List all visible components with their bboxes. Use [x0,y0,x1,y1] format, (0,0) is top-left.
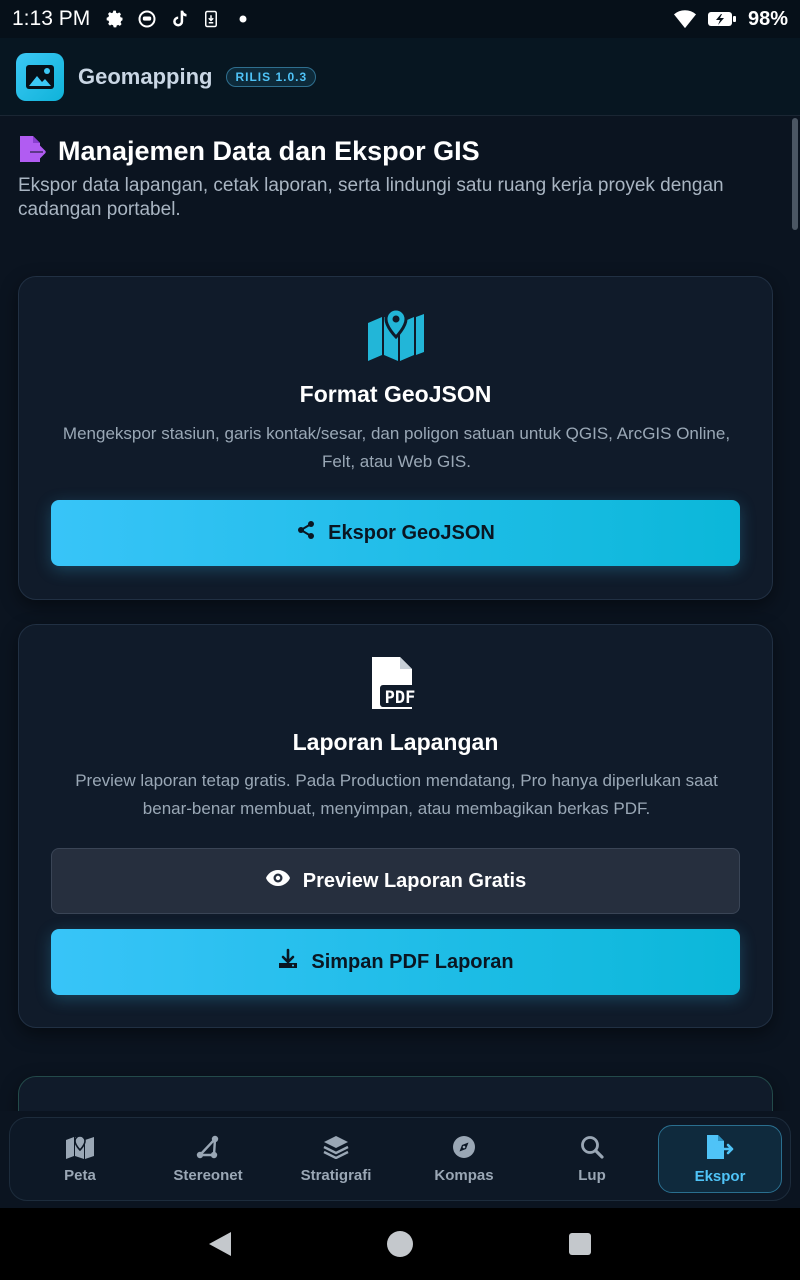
battery-charging-icon [706,8,738,30]
magnifier-icon [580,1135,604,1163]
field-report-card: PDF Laporan Lapangan Preview laporan tet… [18,624,773,1028]
file-export-icon [18,134,50,169]
card-description: Preview laporan tetap gratis. Pada Produ… [75,771,718,818]
save-pdf-button[interactable]: Simpan PDF Laporan [51,929,740,995]
download-tray-icon [277,948,299,976]
nav-item-stereonet[interactable]: Stereonet [146,1125,270,1193]
pdf-file-icon: PDF [19,655,772,711]
status-bar: 1:13 PM 98% [0,0,800,38]
page-title-row: Manajemen Data dan Ekspor GIS [18,134,480,169]
recents-square-icon[interactable] [560,1224,600,1264]
main-content: Manajemen Data dan Ekspor GIS Ekspor dat… [0,116,790,1111]
tiktok-icon [168,8,190,30]
nav-label: Lup [578,1166,606,1184]
share-icon [296,520,316,546]
app-title: Geomapping [78,63,213,89]
svg-text:PDF: PDF [384,688,415,708]
nav-label: Stratigrafi [300,1166,372,1184]
map-icon [65,1134,95,1163]
download-icon [200,8,222,30]
backup-card [18,1076,773,1111]
nav-label: Kompas [434,1166,494,1184]
notification-dot-icon [232,8,254,30]
bottom-navigation: Peta Stereonet Stratigrafi Kompas Lup Ek… [9,1117,791,1201]
robot-face-icon [136,8,158,30]
export-geojson-label: Ekspor GeoJSON [328,521,495,544]
home-circle-icon[interactable] [380,1224,420,1264]
settings-gear-icon [104,8,126,30]
map-pin-icon [19,307,772,361]
battery-percentage: 98% [747,7,788,30]
stereonet-icon [195,1135,221,1163]
back-triangle-icon[interactable] [200,1224,240,1264]
geojson-card: Format GeoJSON Mengekspor stasiun, garis… [18,276,773,600]
page-description: Ekspor data lapangan, cetak laporan, ser… [18,175,724,220]
nav-item-kompas[interactable]: Kompas [402,1125,526,1193]
preview-report-label: Preview Laporan Gratis [302,869,527,892]
export-file-icon [705,1134,735,1164]
page-title: Manajemen Data dan Ekspor GIS [58,136,480,166]
nav-label: Stereonet [173,1166,243,1184]
app-header: Geomapping RILIS 1.0.3 [0,38,800,116]
layers-icon [323,1135,349,1163]
nav-item-lup[interactable]: Lup [530,1125,654,1193]
save-pdf-label: Simpan PDF Laporan [311,950,514,973]
preview-report-button[interactable]: Preview Laporan Gratis [51,848,740,914]
release-badge: RILIS 1.0.3 [226,66,317,87]
nav-label: Peta [64,1166,96,1184]
status-time: 1:13 PM [12,7,91,30]
export-geojson-button[interactable]: Ekspor GeoJSON [51,500,740,566]
compass-icon [452,1135,476,1163]
wifi-icon [673,8,696,30]
nav-item-peta[interactable]: Peta [18,1125,142,1193]
system-navigation-bar [0,1208,800,1280]
nav-item-stratigrafi[interactable]: Stratigrafi [274,1125,398,1193]
nav-item-ekspor[interactable]: Ekspor [658,1125,782,1193]
scrollbar[interactable] [792,118,798,230]
card-title: Laporan Lapangan [292,729,499,755]
app-logo-mountain-icon [16,52,64,101]
card-title: Format GeoJSON [299,381,492,407]
eye-icon [265,869,291,893]
nav-label: Ekspor [694,1167,746,1185]
card-description: Mengekspor stasiun, garis kontak/sesar, … [62,424,731,471]
